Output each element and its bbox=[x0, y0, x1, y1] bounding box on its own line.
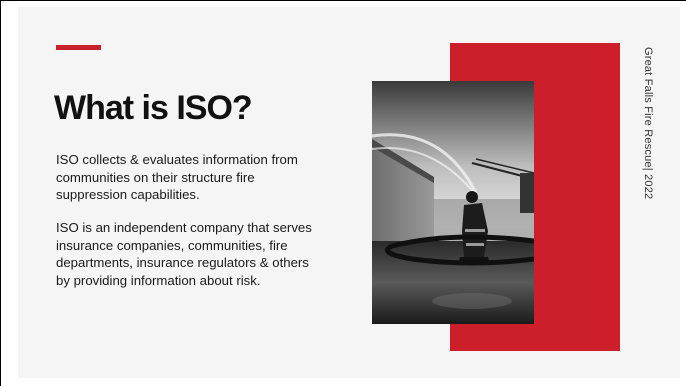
page-frame: What is ISO? ISO collects & evaluates in… bbox=[0, 0, 686, 386]
paragraph-collects: ISO collects & evaluates information fro… bbox=[56, 152, 298, 202]
frame-border-top bbox=[0, 0, 686, 1]
title-accent-bar bbox=[56, 45, 101, 50]
frame-border-left bbox=[0, 0, 1, 386]
slide: What is ISO? ISO collects & evaluates in… bbox=[18, 7, 680, 378]
firefighter-photo bbox=[372, 81, 534, 324]
paragraph-independent: ISO is an independent company that serve… bbox=[56, 220, 312, 288]
side-credit-text: Great Falls Fire Rescue| 2022 bbox=[642, 47, 654, 200]
slide-title: What is ISO? bbox=[54, 89, 253, 127]
